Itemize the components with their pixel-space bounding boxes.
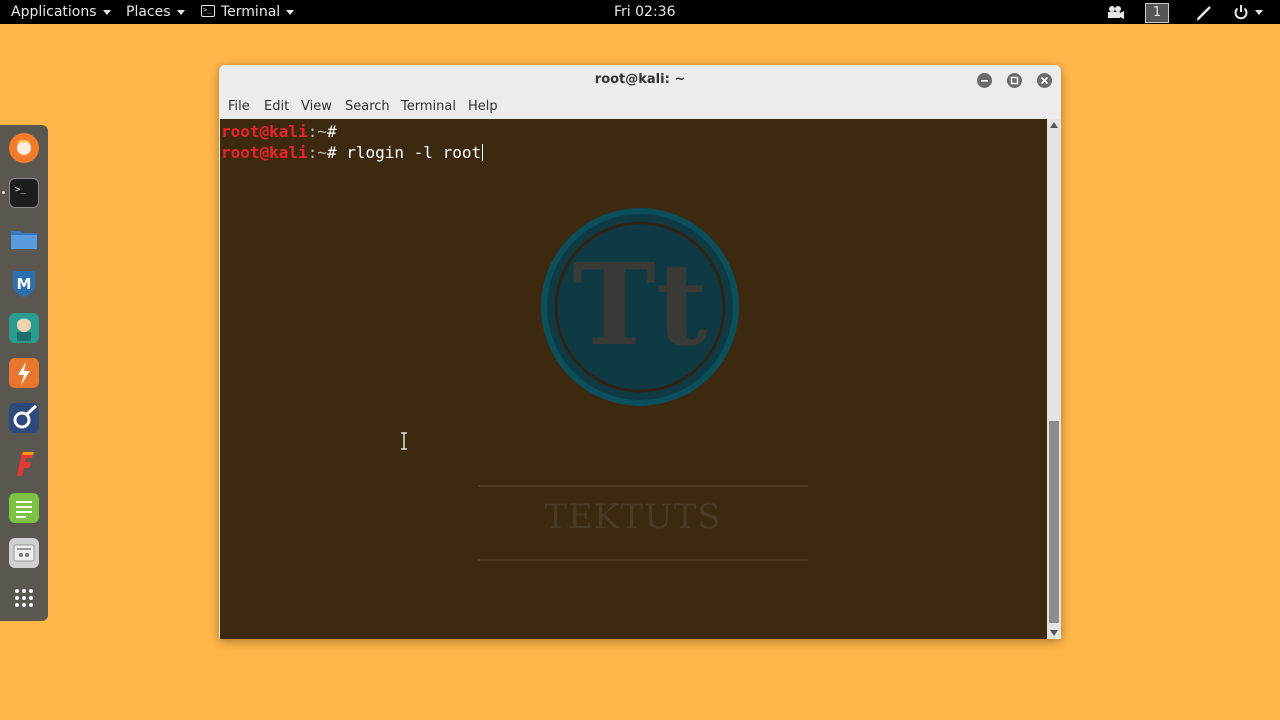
scrollbar[interactable] xyxy=(1047,119,1061,639)
pen-tool-icon[interactable] xyxy=(1196,0,1212,24)
menu-help[interactable]: Help xyxy=(468,99,498,114)
terminal-line: root@kali:~# rlogin -l root xyxy=(221,142,484,163)
menu-file[interactable]: File xyxy=(228,99,250,114)
clock[interactable]: Fri 02:36 xyxy=(614,0,675,24)
power-menu[interactable] xyxy=(1233,0,1263,24)
top-panel: Applications Places >_ Terminal Fri 02:36… xyxy=(0,0,1280,24)
faraday-icon[interactable] xyxy=(9,448,39,478)
maximize-button[interactable] xyxy=(1007,73,1022,88)
metasploit-icon[interactable]: M xyxy=(9,268,39,298)
terminal-output[interactable]: Tt TEKTUTS root@kali:~# root@kali:~# rlo… xyxy=(220,119,1047,639)
prompt-path: :~ xyxy=(307,122,327,141)
workspace-indicator[interactable]: 1 xyxy=(1145,0,1169,24)
workspace-number: 1 xyxy=(1145,3,1169,23)
chevron-down-icon xyxy=(286,9,295,15)
chevron-down-icon xyxy=(1255,9,1263,15)
prompt-symbol: # xyxy=(326,143,347,162)
svg-text:M: M xyxy=(17,275,32,293)
terminal-app-label: Terminal xyxy=(221,4,281,20)
settings-icon[interactable] xyxy=(9,538,39,568)
places-menu[interactable]: Places xyxy=(126,0,185,24)
applications-menu[interactable]: Applications xyxy=(11,0,111,24)
ibeam-cursor-icon xyxy=(401,432,407,450)
menu-search[interactable]: Search xyxy=(345,99,390,114)
show-apps-icon[interactable] xyxy=(9,583,39,613)
chevron-down-icon xyxy=(102,9,111,15)
watermark: Tt TEKTUTS xyxy=(220,119,1047,639)
terminal-icon[interactable]: >_ xyxy=(9,178,39,208)
prompt-symbol: # xyxy=(326,122,347,141)
video-devices-icon[interactable] xyxy=(1106,0,1124,24)
places-label: Places xyxy=(126,4,171,20)
watermark-brand: TEKTUTS xyxy=(544,497,722,537)
terminal-icon: >_ xyxy=(201,5,215,17)
watermark-logo xyxy=(541,208,739,406)
terminal-window: root@kali: ~ File Edit View Search Termi… xyxy=(219,65,1061,639)
maltego-icon[interactable] xyxy=(9,403,39,433)
chevron-down-icon xyxy=(176,9,185,15)
terminal-line: root@kali:~# xyxy=(221,121,346,142)
scroll-up-icon[interactable] xyxy=(1050,122,1058,128)
window-title[interactable]: root@kali: ~ xyxy=(219,65,1061,95)
running-indicator xyxy=(2,191,5,194)
scrollbar-thumb[interactable] xyxy=(1049,421,1059,623)
watermark-monogram: Tt xyxy=(572,240,708,371)
dock: >_ M xyxy=(0,125,48,621)
text-editor-icon[interactable] xyxy=(9,493,39,523)
firefox-icon[interactable] xyxy=(9,133,39,163)
menu-view[interactable]: View xyxy=(301,99,332,114)
armitage-icon[interactable] xyxy=(9,313,39,343)
svg-text:>_: >_ xyxy=(15,185,26,195)
watermark-rule-bottom xyxy=(478,559,808,561)
menu-bar: File Edit View Search Terminal Help xyxy=(219,95,1061,119)
prompt-user: root@kali xyxy=(221,143,308,162)
power-icon xyxy=(1234,5,1248,20)
burpsuite-icon[interactable] xyxy=(9,358,39,388)
scroll-down-icon[interactable] xyxy=(1050,630,1058,636)
applications-label: Applications xyxy=(11,4,97,20)
menu-edit[interactable]: Edit xyxy=(264,99,289,114)
prompt-path: :~ xyxy=(307,143,327,162)
watermark-rule-top xyxy=(478,485,808,487)
prompt-user: root@kali xyxy=(221,122,308,141)
minimize-button[interactable] xyxy=(977,73,992,88)
text-cursor xyxy=(482,144,484,161)
close-button[interactable] xyxy=(1037,73,1052,88)
terminal-app-menu[interactable]: >_ Terminal xyxy=(201,0,295,24)
menu-terminal[interactable]: Terminal xyxy=(401,99,456,114)
command-text: rlogin -l root xyxy=(346,143,482,162)
files-icon[interactable] xyxy=(9,223,39,253)
